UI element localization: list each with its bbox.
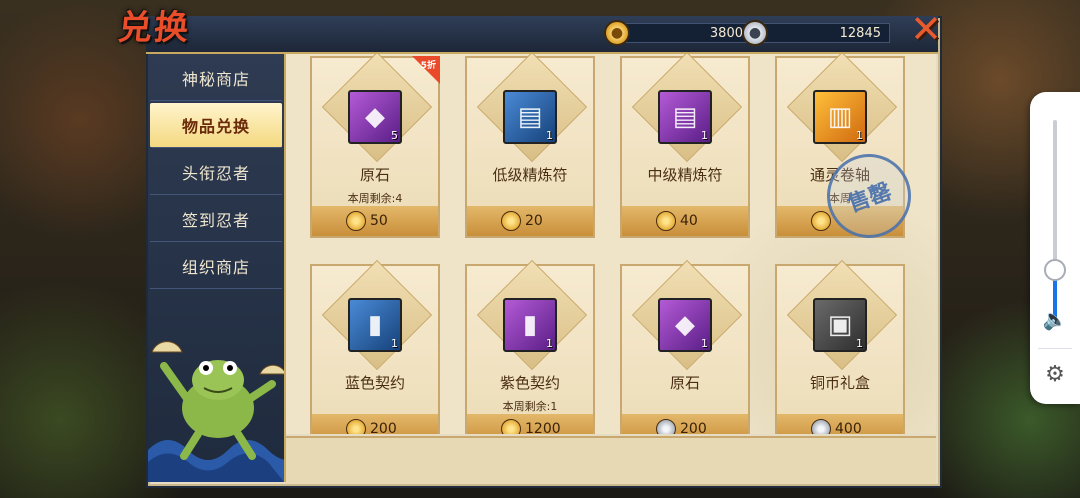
item-price: 1200 xyxy=(525,421,561,434)
silver-coin-icon: ● xyxy=(742,20,768,46)
summon-scroll-icon: ▥ 1 xyxy=(813,90,867,144)
item-quantity: 1 xyxy=(391,337,398,350)
item-quantity: 5 xyxy=(391,129,398,142)
item-name: 原石 xyxy=(359,166,390,184)
price-bar: 400 xyxy=(777,414,903,434)
sidebar-item[interactable]: 组织商店 xyxy=(150,244,282,289)
sidebar-item[interactable]: 物品兑换 xyxy=(150,103,282,148)
volume-panel: 🔈 ⚙ xyxy=(1030,92,1080,404)
item-price: 200 xyxy=(370,421,397,434)
item-price: 20 xyxy=(525,213,543,229)
volume-slider-knob[interactable] xyxy=(1044,259,1066,281)
item-price: 400 xyxy=(835,421,862,434)
sidebar-item[interactable]: 头衔忍者 xyxy=(150,150,282,195)
item-name: 低级精炼符 xyxy=(492,166,568,184)
price-bar: 1200 xyxy=(467,414,593,434)
item-quantity: 1 xyxy=(856,337,863,350)
sidebar-item[interactable]: 神秘商店 xyxy=(150,56,282,101)
shop-item-card[interactable]: ▥ 1 通灵卷轴 本周 售罄 xyxy=(775,54,923,250)
weekly-remaining: 本周剩余:4 xyxy=(347,192,403,205)
item-quantity: 1 xyxy=(546,129,553,142)
shop-item-card[interactable]: ◆ 5 原石本周剩余:4 50 5折 xyxy=(310,54,440,238)
gold-amount: 3800 xyxy=(624,23,752,43)
price-bar: 50 xyxy=(312,206,438,236)
item-name: 中级精炼符 xyxy=(647,166,723,184)
speaker-icon[interactable]: 🔈 xyxy=(1042,306,1068,332)
item-quantity: 1 xyxy=(701,129,708,142)
silver-coin-icon xyxy=(656,419,676,434)
ore-stone-icon: ◆ 5 xyxy=(348,90,402,144)
shop-item-card[interactable]: ▤ 1 低级精炼符 20 xyxy=(465,54,595,238)
close-button[interactable]: ✕ xyxy=(908,10,944,48)
discount-tag-label: 5折 xyxy=(420,61,436,71)
refine-scroll-icon: ▤ 1 xyxy=(503,90,557,144)
gold-coin-icon xyxy=(346,419,366,434)
gold-coin-icon xyxy=(501,419,521,434)
gold-coin-icon xyxy=(811,211,831,231)
price-bar: 200 xyxy=(312,414,438,434)
weekly-remaining: 本周剩余:1 xyxy=(502,400,558,413)
price-bar: 200 xyxy=(622,414,748,434)
shop-item-card[interactable]: ▮ 1 紫色契约本周剩余:1 1200 xyxy=(465,259,595,434)
item-price: 40 xyxy=(680,213,698,229)
silver-coin-icon xyxy=(811,419,831,434)
refine-scroll-icon: ▤ 1 xyxy=(658,90,712,144)
silver-currency: ● 12845 xyxy=(742,20,890,46)
item-price: 200 xyxy=(680,421,707,434)
contract-scroll-icon: ▮ 1 xyxy=(503,298,557,352)
gold-coin-icon xyxy=(501,211,521,231)
shop-item-card[interactable]: ▤ 1 中级精炼符 40 xyxy=(620,54,750,238)
gift-box-icon: ▣ 1 xyxy=(813,298,867,352)
item-price: 50 xyxy=(370,213,388,229)
shop-item-card[interactable]: ▮ 1 蓝色契约 200 xyxy=(310,259,440,434)
contract-scroll-icon: ▮ 1 xyxy=(348,298,402,352)
gold-coin-icon: ● xyxy=(604,20,630,46)
item-name: 铜币礼盒 xyxy=(809,374,870,392)
gold-coin-icon xyxy=(656,211,676,231)
gear-icon[interactable]: ⚙ xyxy=(1042,362,1068,388)
item-grid: ◆ 5 原石 本周剩余:4 50 5折 ▤ 1 低级精炼符 20 ▤ 1 中级精炼符 40 ▥ 1 通灵卷轴 本周… xyxy=(286,54,936,434)
item-name: 紫色契约 xyxy=(499,374,560,392)
shop-item-card[interactable]: ▣ 1 铜币礼盒 400 xyxy=(775,259,905,434)
shop-item-card[interactable]: ◆ 1 原石 200 xyxy=(620,259,750,434)
item-name: 蓝色契约 xyxy=(344,374,405,392)
item-quantity: 1 xyxy=(701,337,708,350)
sidebar-item[interactable]: 签到忍者 xyxy=(150,197,282,242)
item-quantity: 1 xyxy=(856,129,863,142)
price-bar: 40 xyxy=(622,206,748,236)
ore-stone-icon: ◆ 1 xyxy=(658,298,712,352)
gold-coin-icon xyxy=(346,211,366,231)
bottom-strip xyxy=(286,436,936,484)
volume-divider xyxy=(1038,348,1072,349)
gold-currency: ● 3800 xyxy=(604,20,752,46)
item-name: 原石 xyxy=(669,374,700,392)
price-bar: 20 xyxy=(467,206,593,236)
frog-illustration xyxy=(148,300,284,482)
window-title: 兑换 xyxy=(116,8,193,48)
silver-amount: 12845 xyxy=(762,23,890,43)
item-quantity: 1 xyxy=(546,337,553,350)
